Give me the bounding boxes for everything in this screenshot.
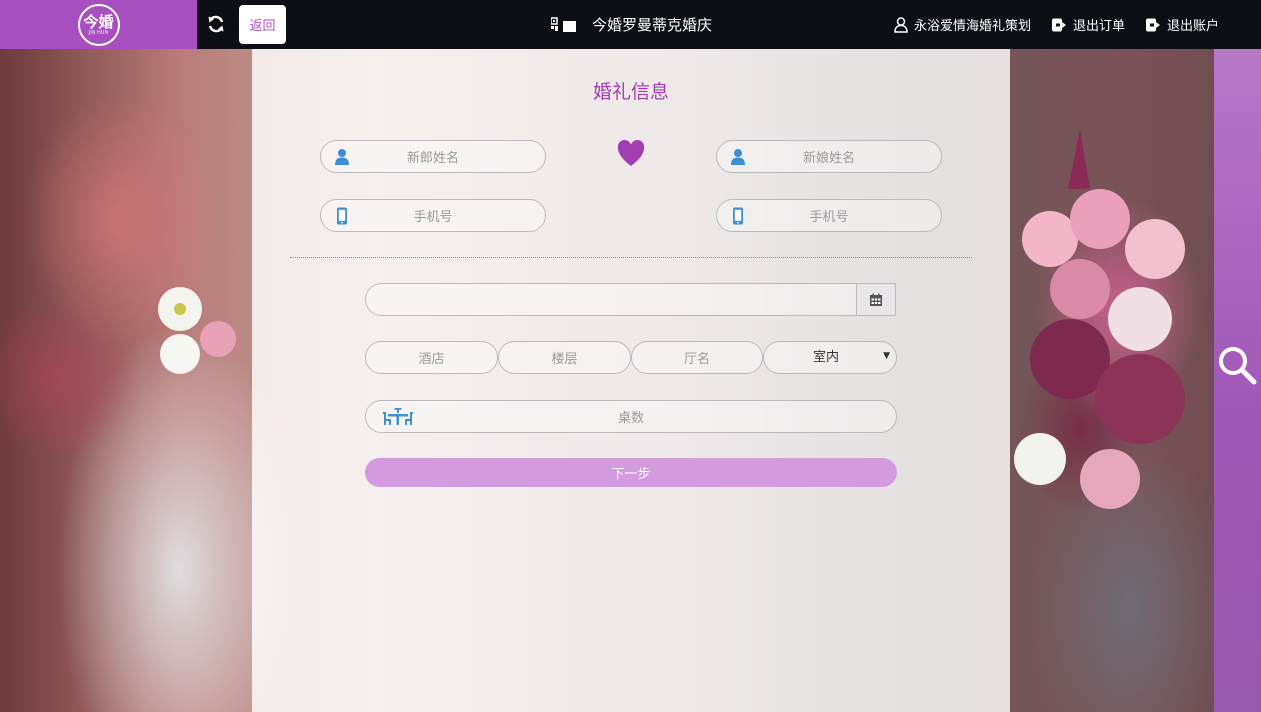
wedding-date-field[interactable] bbox=[365, 283, 896, 316]
background-photo: 婚礼信息 新郎姓名 新娘姓名 手机号 手机号 酒店 楼层 厅名 室内 ▼ 桌数 … bbox=[0, 49, 1261, 712]
bride-name-placeholder: 新娘姓名 bbox=[802, 151, 855, 166]
bouquet bbox=[1014, 129, 1185, 509]
shop-title: 今婚罗曼蒂克婚庆 bbox=[592, 16, 713, 34]
user-name: 永浴爱情海婚礼策划 bbox=[913, 19, 1031, 34]
calendar-button[interactable] bbox=[856, 283, 896, 316]
hotel-placeholder: 酒店 bbox=[418, 352, 445, 367]
logout-icon bbox=[1051, 18, 1066, 31]
hair-flowers bbox=[158, 287, 236, 374]
user-icon bbox=[894, 16, 908, 33]
dropdown-arrow-icon: ▼ bbox=[883, 351, 890, 361]
groom-phone-placeholder: 手机号 bbox=[413, 210, 453, 225]
bride-phone-placeholder: 手机号 bbox=[809, 210, 849, 225]
back-button[interactable]: 返回 bbox=[239, 5, 286, 44]
user-icon bbox=[731, 149, 745, 165]
bride-phone-field[interactable]: 手机号 bbox=[716, 199, 942, 232]
top-bar: 今婚 JIN HUN 返回 今婚罗曼蒂克婚庆 永浴爱情海婚礼策划 退出订单 退出… bbox=[0, 0, 1261, 49]
hall-placeholder: 厅名 bbox=[683, 352, 710, 367]
groom-phone-field[interactable]: 手机号 bbox=[320, 199, 546, 232]
table-count-placeholder: 桌数 bbox=[617, 411, 644, 426]
exit-account-button[interactable]: 退出账户 bbox=[1145, 15, 1219, 34]
groom-name-placeholder: 新郎姓名 bbox=[406, 151, 459, 166]
next-step-button[interactable]: 下一步 bbox=[365, 458, 897, 487]
logo-main-text: 今婚 bbox=[83, 12, 114, 31]
heart-icon bbox=[617, 140, 645, 166]
groom-name-field[interactable]: 新郎姓名 bbox=[320, 140, 546, 173]
exit-account-label: 退出账户 bbox=[1166, 19, 1219, 34]
top-right-menu: 永浴爱情海婚礼策划 退出订单 退出账户 bbox=[894, 15, 1219, 34]
logo-badge: 今婚 JIN HUN bbox=[77, 3, 120, 46]
wedding-info-form: 婚礼信息 新郎姓名 新娘姓名 手机号 手机号 酒店 楼层 厅名 室内 ▼ 桌数 … bbox=[252, 49, 1010, 712]
logo-sub-text: JIN HUN bbox=[88, 29, 109, 36]
table-icon bbox=[383, 408, 413, 425]
refresh-icon bbox=[208, 15, 224, 33]
hotel-field[interactable]: 酒店 bbox=[365, 341, 498, 374]
form-title: 婚礼信息 bbox=[592, 81, 669, 103]
table-count-field[interactable]: 桌数 bbox=[365, 400, 897, 433]
qr-code-icon[interactable] bbox=[551, 17, 577, 33]
venue-type-value: 室内 bbox=[812, 350, 839, 365]
calendar-icon bbox=[870, 293, 882, 306]
exit-order-label: 退出订单 bbox=[1072, 19, 1125, 34]
bride-name-field[interactable]: 新娘姓名 bbox=[716, 140, 942, 173]
floor-placeholder: 楼层 bbox=[551, 352, 578, 367]
divider bbox=[290, 257, 972, 258]
refresh-button[interactable] bbox=[203, 11, 229, 37]
phone-icon bbox=[733, 207, 743, 225]
logout-icon bbox=[1145, 18, 1160, 31]
search-icon[interactable] bbox=[1216, 344, 1258, 386]
phone-icon bbox=[337, 207, 347, 225]
hall-field[interactable]: 厅名 bbox=[631, 341, 763, 374]
floor-field[interactable]: 楼层 bbox=[498, 341, 631, 374]
user-icon bbox=[335, 149, 349, 165]
user-menu[interactable]: 永浴爱情海婚礼策划 bbox=[894, 15, 1031, 34]
logo[interactable]: 今婚 JIN HUN bbox=[0, 0, 197, 49]
venue-type-select[interactable]: 室内 ▼ bbox=[763, 341, 897, 374]
exit-order-button[interactable]: 退出订单 bbox=[1051, 15, 1125, 34]
